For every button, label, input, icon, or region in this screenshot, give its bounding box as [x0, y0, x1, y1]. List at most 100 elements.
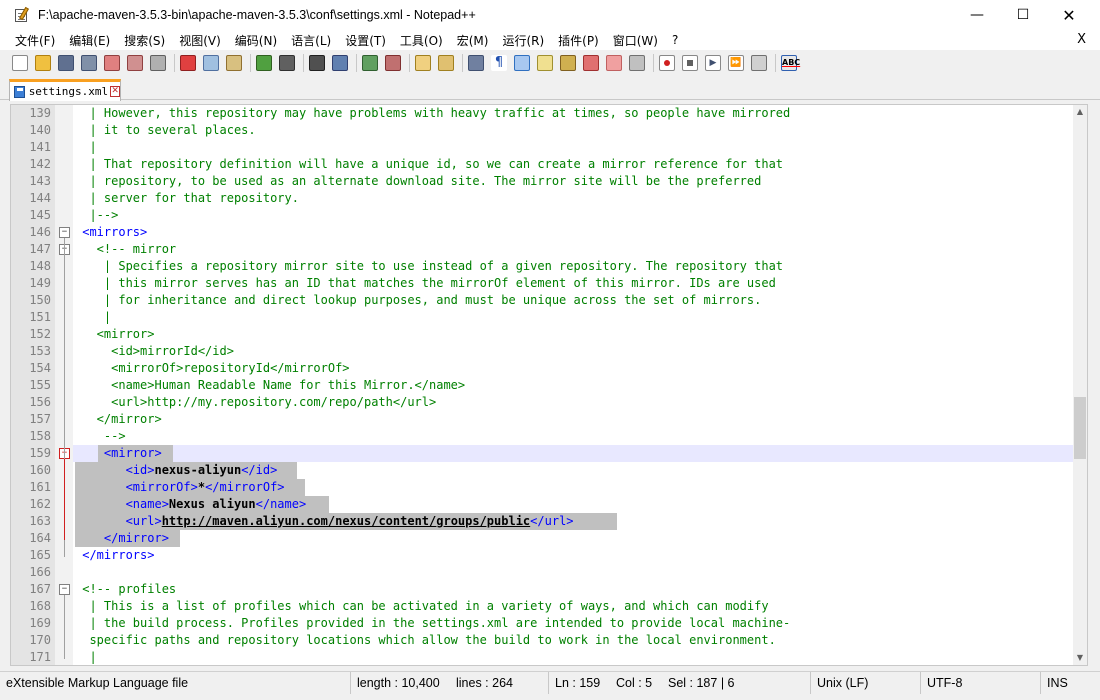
code-line[interactable]: 144 | server for that repository. — [29, 190, 1077, 207]
close-window-button[interactable]: ✕ — [1046, 0, 1092, 30]
copy-icon[interactable] — [203, 55, 219, 71]
status-filetype: eXtensible Markup Language file — [6, 676, 189, 690]
new-file-icon[interactable] — [12, 55, 28, 71]
status-insert-mode[interactable]: INS — [1040, 672, 1100, 694]
zoom-in-icon[interactable] — [362, 55, 378, 71]
menu-edit[interactable]: 编辑(E) — [62, 32, 117, 49]
zoom-out-icon[interactable] — [385, 55, 401, 71]
code-line[interactable]: 142 | That repository definition will ha… — [29, 156, 1077, 173]
code-token: <mirrorOf>repositoryId</mirrorOf> — [75, 361, 350, 375]
code-line[interactable]: 152 <mirror> — [29, 326, 1077, 343]
maximize-button[interactable]: ☐ — [1000, 0, 1046, 30]
menu-macro[interactable]: 宏(M) — [450, 32, 496, 49]
save-macro-icon[interactable] — [751, 55, 767, 71]
code-line[interactable]: 170 specific paths and repository locati… — [29, 632, 1077, 649]
tab-settings-xml[interactable]: settings.xml ✕ — [9, 79, 121, 101]
sync-vertical-icon[interactable] — [415, 55, 431, 71]
code-line[interactable]: 162 <name>Nexus aliyun</name> — [29, 496, 1077, 513]
code-line[interactable]: 143 | repository, to be used as an alter… — [29, 173, 1077, 190]
user-language-icon[interactable] — [537, 55, 553, 71]
code-line[interactable]: 141 | — [29, 139, 1077, 156]
spell-check-icon[interactable]: ABC — [781, 55, 800, 71]
close-document-button[interactable]: X — [1077, 32, 1086, 47]
menu-plugins[interactable]: 插件(P) — [551, 32, 606, 49]
code-line[interactable]: 145 |--> — [29, 207, 1077, 224]
show-all-chars-icon[interactable]: ¶ — [491, 55, 507, 71]
menu-encoding[interactable]: 编码(N) — [228, 32, 284, 49]
code-line[interactable]: 163 <url>http://maven.aliyun.com/nexus/c… — [29, 513, 1077, 530]
replace-icon[interactable] — [332, 55, 348, 71]
code-line[interactable]: 159− <mirror> — [29, 445, 1077, 462]
code-line[interactable]: 164 </mirror> — [29, 530, 1077, 547]
tab-close-icon[interactable]: ✕ — [110, 86, 120, 97]
save-icon[interactable] — [58, 55, 74, 71]
close-file-icon[interactable] — [104, 55, 120, 71]
menu-language[interactable]: 语言(L) — [284, 32, 338, 49]
code-line[interactable]: 139 | However, this repository may have … — [29, 105, 1077, 122]
code-line[interactable]: 161 <mirrorOf>*</mirrorOf> — [29, 479, 1077, 496]
close-all-icon[interactable] — [127, 55, 143, 71]
menu-window[interactable]: 窗口(W) — [606, 32, 665, 49]
undo-icon[interactable] — [256, 55, 272, 71]
doc-map-icon[interactable] — [560, 55, 576, 71]
code-line[interactable]: 148 | Specifies a repository mirror site… — [29, 258, 1077, 275]
print-icon[interactable] — [150, 55, 166, 71]
minimize-button[interactable]: — — [954, 0, 1000, 30]
line-number: 142 — [29, 157, 51, 171]
code-line[interactable]: 156 <url>http://my.repository.com/repo/p… — [29, 394, 1077, 411]
scroll-up-icon[interactable]: ▲ — [1073, 105, 1087, 119]
menu-view[interactable]: 视图(V) — [172, 32, 228, 49]
code-line[interactable]: 147− <!-- mirror — [29, 241, 1077, 258]
line-number: 163 — [29, 514, 51, 528]
code-line[interactable]: 150 | for inheritance and direct lookup … — [29, 292, 1077, 309]
redo-icon[interactable] — [279, 55, 295, 71]
find-icon[interactable] — [309, 55, 325, 71]
code-token: * — [197, 480, 206, 494]
code-line[interactable]: 157 </mirror> — [29, 411, 1077, 428]
code-line[interactable]: 169 | the build process. Profiles provid… — [29, 615, 1077, 632]
paste-icon[interactable] — [226, 55, 242, 71]
code-line[interactable]: 167− <!-- profiles — [29, 581, 1077, 598]
save-all-icon[interactable] — [81, 55, 97, 71]
scroll-down-icon[interactable]: ▼ — [1073, 651, 1087, 665]
run-macro-multiple-icon[interactable]: ⏩ — [728, 55, 744, 71]
cut-icon[interactable] — [180, 55, 196, 71]
code-line[interactable]: 149 | this mirror serves has an ID that … — [29, 275, 1077, 292]
menu-help[interactable]: ? — [665, 33, 685, 47]
code-line[interactable]: 153 <id>mirrorId</id> — [29, 343, 1077, 360]
code-line[interactable]: 154 <mirrorOf>repositoryId</mirrorOf> — [29, 360, 1077, 377]
vertical-scrollbar[interactable]: ▲ ▼ — [1073, 105, 1087, 665]
menu-tools[interactable]: 工具(O) — [393, 32, 450, 49]
menu-file[interactable]: 文件(F) — [8, 32, 62, 49]
status-encoding[interactable]: UTF-8 — [920, 672, 1040, 694]
menu-run[interactable]: 运行(R) — [495, 32, 551, 49]
code-line[interactable]: 146− <mirrors> — [29, 224, 1077, 241]
indent-guide-icon[interactable] — [514, 55, 530, 71]
menu-settings[interactable]: 设置(T) — [338, 32, 393, 49]
code-line[interactable]: 165 </mirrors> — [29, 547, 1077, 564]
open-file-icon[interactable] — [35, 55, 51, 71]
status-eol[interactable]: Unix (LF) — [810, 672, 920, 694]
record-macro-icon[interactable] — [659, 55, 675, 71]
monitoring-icon[interactable] — [629, 55, 645, 71]
scrollbar-thumb[interactable] — [1074, 397, 1086, 459]
code-line[interactable]: 160 <id>nexus-aliyun</id> — [29, 462, 1077, 479]
code-line[interactable]: 171 | — [29, 649, 1077, 665]
stop-macro-icon[interactable] — [682, 55, 698, 71]
function-list-icon[interactable] — [583, 55, 599, 71]
code-editor[interactable]: 139 | However, this repository may have … — [10, 104, 1088, 666]
code-line[interactable]: 168 | This is a list of profiles which c… — [29, 598, 1077, 615]
fold-toggle-icon[interactable]: − — [59, 227, 70, 238]
sync-horizontal-icon[interactable] — [438, 55, 454, 71]
menu-search[interactable]: 搜索(S) — [117, 32, 172, 49]
folder-workspace-icon[interactable] — [606, 55, 622, 71]
code-line[interactable]: 158 --> — [29, 428, 1077, 445]
code-line[interactable]: 155 <name>Human Readable Name for this M… — [29, 377, 1077, 394]
code-line[interactable]: 166 — [29, 564, 1077, 581]
fold-toggle-icon[interactable]: − — [59, 584, 70, 595]
code-line[interactable]: 151 | — [29, 309, 1077, 326]
code-line[interactable]: 140 | it to several places. — [29, 122, 1077, 139]
play-macro-icon[interactable]: ▶ — [705, 55, 721, 71]
word-wrap-icon[interactable] — [468, 55, 484, 71]
code-area[interactable]: 139 | However, this repository may have … — [29, 105, 1077, 665]
